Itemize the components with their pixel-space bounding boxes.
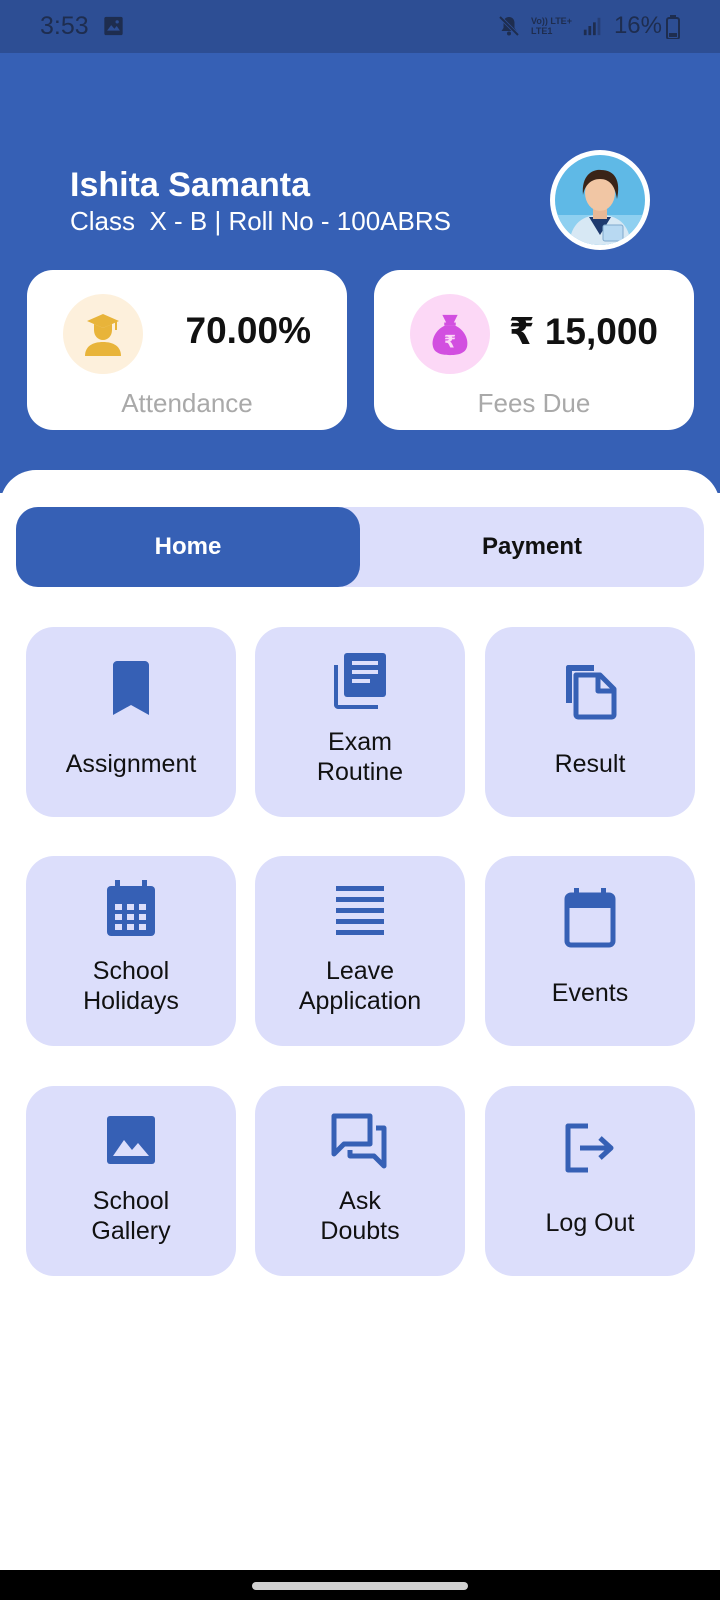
chat-icon: [331, 1113, 387, 1169]
network-indicator: Vo)) LTE+ LTE1: [531, 16, 572, 36]
fees-due-card[interactable]: ₹ ₹ 15,000 Fees Due: [374, 270, 694, 430]
system-nav-bar: [0, 1570, 720, 1600]
attendance-value: 70.00%: [185, 310, 312, 351]
network-top-label: Vo)) LTE+: [531, 16, 572, 26]
exam-routine-tile[interactable]: Exam Routine: [255, 627, 465, 817]
leave-application-tile[interactable]: Leave Application: [255, 856, 465, 1046]
school-holidays-tile[interactable]: School Holidays: [26, 856, 236, 1046]
money-bag-icon: ₹: [432, 314, 468, 356]
attendance-label: Attendance: [121, 388, 253, 418]
tab-payment[interactable]: Payment: [360, 507, 704, 587]
school-gallery-label: School Gallery: [91, 1187, 171, 1245]
mute-icon: [498, 15, 520, 37]
library-books-icon: [334, 653, 386, 709]
exam-routine-label: Exam Routine: [316, 728, 404, 786]
student-icon: [85, 314, 121, 356]
ask-doubts-tile[interactable]: Ask Doubts: [255, 1086, 465, 1276]
fees-icon-badge: ₹: [410, 294, 490, 374]
student-photo-icon: [555, 155, 645, 245]
battery-icon: [666, 15, 680, 39]
svg-text:₹: ₹: [444, 332, 456, 352]
log-out-label: Log Out: [545, 1209, 635, 1237]
battery-percent: 16%: [613, 12, 662, 39]
signal-icon: [583, 17, 601, 36]
ask-doubts-label: Ask Doubts: [320, 1187, 400, 1245]
network-bottom-label: LTE1: [531, 26, 553, 36]
result-label: Result: [554, 750, 626, 778]
status-indicators: Vo)) LTE+ LTE1 16%: [497, 10, 662, 42]
fees-due-value: ₹ 15,000: [508, 311, 658, 352]
lines-icon: [336, 886, 384, 935]
attendance-card[interactable]: 70.00% Attendance: [27, 270, 347, 430]
avatar-photo: [555, 155, 645, 245]
events-label: Events: [551, 979, 629, 1007]
events-tile[interactable]: Events: [485, 856, 695, 1046]
result-tile[interactable]: Result: [485, 627, 695, 817]
tab-bar: Home Payment: [16, 507, 704, 587]
assignment-tile[interactable]: Assignment: [26, 627, 236, 817]
status-time: 3:53: [40, 12, 89, 40]
attendance-icon-badge: [63, 294, 143, 374]
calendar-icon: [564, 888, 616, 948]
leave-application-label: Leave Application: [298, 957, 422, 1015]
image-icon: [104, 16, 123, 36]
school-holidays-label: School Holidays: [83, 957, 179, 1015]
log-out-tile[interactable]: Log Out: [485, 1086, 695, 1276]
bookmark-icon: [113, 661, 149, 715]
status-bar: 3:53 Vo)) LTE+ LTE1 16%: [0, 0, 720, 53]
copy-icon: [566, 665, 617, 720]
home-gesture-handle[interactable]: [252, 1582, 468, 1590]
tab-home[interactable]: Home: [16, 507, 360, 587]
assignment-label: Assignment: [65, 750, 197, 778]
avatar[interactable]: [550, 150, 650, 250]
student-class-info: Class X - B | Roll No - 100ABRS: [70, 206, 451, 236]
calendar-grid-icon: [107, 880, 155, 936]
student-name: Ishita Samanta: [70, 166, 310, 204]
school-gallery-tile[interactable]: School Gallery: [26, 1086, 236, 1276]
image-icon: [107, 1116, 155, 1164]
logout-icon: [565, 1123, 614, 1173]
fees-due-label: Fees Due: [477, 388, 591, 418]
